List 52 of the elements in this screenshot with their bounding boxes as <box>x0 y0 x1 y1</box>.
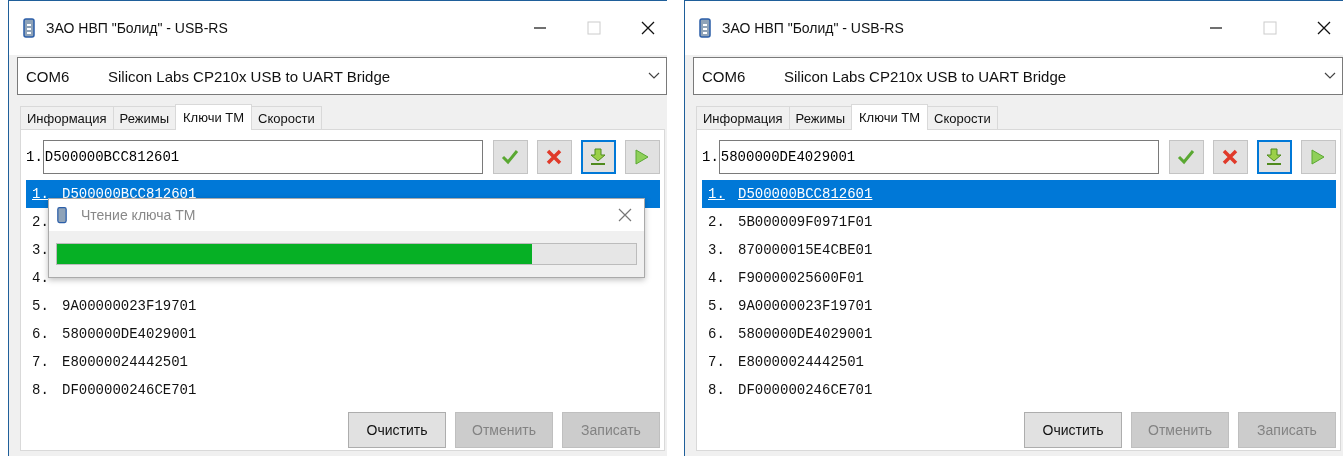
play-icon <box>635 149 650 165</box>
port-dropdown[interactable]: COM6 Silicon Labs CP210x USB to UART Bridge <box>17 57 667 95</box>
checkmark-icon <box>1177 149 1196 165</box>
device-icon <box>699 18 711 38</box>
key-list-item[interactable]: 3. 870000015E4CBE01 <box>702 236 1336 264</box>
play-icon <box>1311 149 1326 165</box>
port-dropdown[interactable]: COM6 Silicon Labs CP210x USB to UART Bridge <box>693 57 1343 95</box>
key-index: 1. <box>26 149 43 165</box>
close-icon[interactable] <box>641 21 655 35</box>
key-list-item[interactable]: 8. DF000000246CE701 <box>26 376 660 404</box>
key-list-item[interactable]: 2. 5B000009F0971F01 <box>702 208 1336 236</box>
device-icon <box>23 18 35 38</box>
chevron-down-icon <box>1324 72 1336 80</box>
run-button[interactable] <box>624 140 660 174</box>
tab[interactable]: Ключи ТМ <box>851 104 929 130</box>
chevron-down-icon <box>648 72 660 80</box>
tab[interactable]: Скорости <box>927 106 998 129</box>
tab[interactable]: Информация <box>696 106 790 129</box>
accept-button[interactable] <box>1168 140 1204 174</box>
read-button[interactable] <box>1256 140 1292 174</box>
read-button[interactable] <box>580 140 616 174</box>
key-index: 1. <box>702 149 719 165</box>
accept-button[interactable] <box>492 140 528 174</box>
key-list-item[interactable]: 6. 5800000DE4029001 <box>702 320 1336 348</box>
dialog-title: Чтение ключа ТМ <box>81 207 197 223</box>
key-list-item[interactable]: 7. E80000024442501 <box>26 348 660 376</box>
delete-icon <box>1222 149 1239 165</box>
window-title: ЗАО НВП "Болид" - USB-RS <box>46 20 229 36</box>
delete-icon <box>546 149 563 165</box>
delete-button[interactable] <box>536 140 572 174</box>
key-list-item[interactable]: 4. F90000025600F01 <box>702 264 1336 292</box>
action-button[interactable]: Очистить <box>348 412 446 448</box>
tab[interactable]: Ключи ТМ <box>175 104 253 130</box>
download-arrow-icon <box>590 148 607 166</box>
action-button[interactable]: Очистить <box>1024 412 1122 448</box>
key-list-item[interactable]: 5. 9A00000023F19701 <box>702 292 1336 320</box>
delete-button[interactable] <box>1212 140 1248 174</box>
close-icon[interactable] <box>1317 21 1331 35</box>
key-input-field[interactable]: 5800000DE4029001 <box>718 140 1159 174</box>
key-list-item[interactable]: 6. 5800000DE4029001 <box>26 320 660 348</box>
key-list-item[interactable]: 1. D500000BCC812601 <box>702 180 1336 208</box>
key-list-item[interactable]: 5. 9A00000023F19701 <box>26 292 660 320</box>
window-title: ЗАО НВП "Болид" - USB-RS <box>722 20 905 36</box>
checkmark-icon <box>501 149 520 165</box>
tab[interactable]: Информация <box>20 106 114 129</box>
tab[interactable]: Скорости <box>251 106 322 129</box>
key-list-item[interactable]: 7. E80000024442501 <box>702 348 1336 376</box>
download-arrow-icon <box>1266 148 1283 166</box>
run-button[interactable] <box>1300 140 1336 174</box>
key-list-item[interactable]: 8. DF000000246CE701 <box>702 376 1336 404</box>
device-icon <box>57 206 67 224</box>
key-input-field[interactable]: D500000BCC812601 <box>42 140 483 174</box>
